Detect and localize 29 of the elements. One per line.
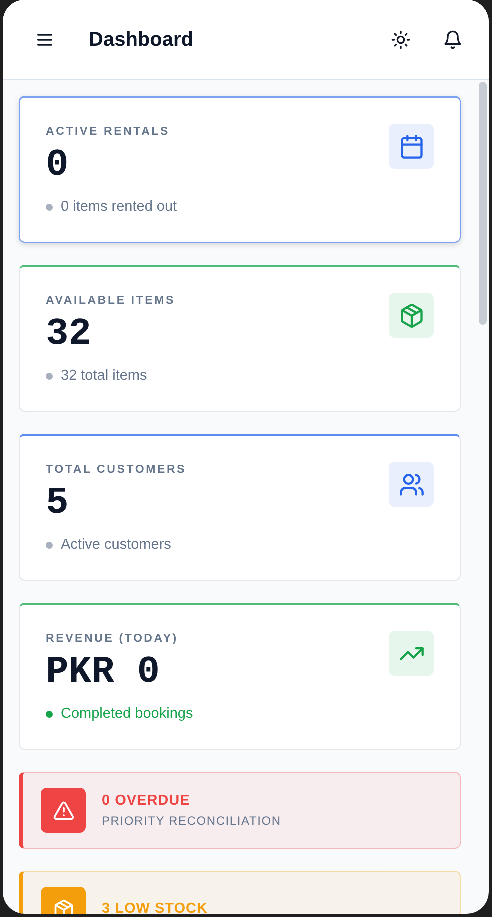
stat-value: 32: [46, 312, 93, 358]
box-icon: [52, 898, 74, 914]
box-icon: [398, 302, 424, 328]
stat-note: 0 items rented out: [61, 198, 178, 217]
alert-title: 0 OVERDUE: [102, 792, 192, 811]
alert-title: 3 LOW STOCK: [102, 900, 208, 914]
stat-label: REVENUE (TODAY): [46, 632, 180, 647]
users-icon: [398, 472, 424, 498]
stat-note: Active customers: [61, 536, 172, 555]
warning-icon: [52, 800, 74, 822]
alert-card[interactable]: 0 OVERDUE PRIORITY RECONCILIATION: [19, 772, 461, 849]
page-title: Dashboard: [89, 28, 194, 52]
sun-icon: [391, 30, 411, 50]
stat-note: 32 total items: [61, 366, 148, 386]
stat-value: 0: [46, 143, 70, 189]
bell-icon: [443, 30, 463, 50]
scrollbar-thumb[interactable]: [479, 82, 487, 325]
stat-label: TOTAL CUSTOMERS: [46, 463, 187, 478]
status-dot: [46, 373, 53, 380]
status-dot: [46, 204, 53, 212]
alert-subtitle: PRIORITY RECONCILIATION: [102, 813, 282, 830]
status-dot: [46, 542, 53, 550]
stat-value: 5: [46, 481, 70, 527]
calendar-icon: [398, 134, 424, 160]
status-dot: [46, 711, 53, 718]
stat-label: ACTIVE RENTALS: [46, 125, 172, 140]
stat-note: Completed bookings: [61, 704, 194, 724]
stat-label: AVAILABLE ITEMS: [46, 294, 176, 309]
stat-value: PKR 0: [46, 650, 162, 696]
